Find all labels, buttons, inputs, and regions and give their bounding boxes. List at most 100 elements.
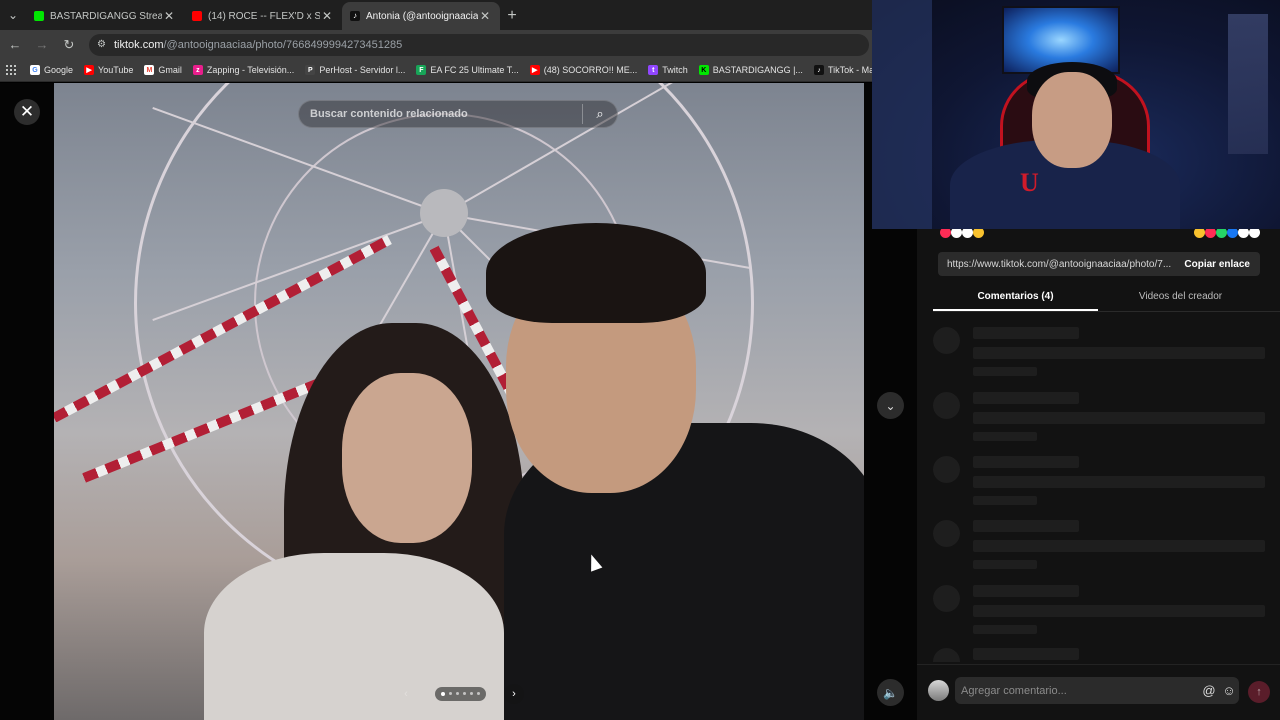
search-icon[interactable]: ⌕ — [583, 106, 617, 122]
comment-skeleton — [933, 585, 1265, 637]
emoji-icon[interactable]: ☺ — [1219, 683, 1239, 698]
bookmark-twitch[interactable]: t Twitch — [648, 65, 688, 75]
bookmark-eafc[interactable]: F EA FC 25 Ultimate T... — [416, 65, 519, 75]
url-path: /@antooignaaciaa/photo/76684999942734512… — [163, 38, 403, 51]
back-button[interactable]: ← — [3, 33, 27, 57]
tab-title: BASTARDIGANGG Stream - Wat — [50, 10, 162, 22]
comment-skeleton — [933, 456, 1265, 508]
carousel-next-button[interactable]: › — [504, 684, 524, 704]
carousel-dot[interactable] — [462, 692, 466, 695]
youtube-icon: ▶ — [84, 65, 95, 75]
tiktok-icon: ♪ — [813, 65, 824, 75]
url-host: tiktok.com — [113, 38, 164, 51]
next-post-button[interactable]: ⌄ — [877, 392, 904, 419]
user-avatar — [928, 680, 949, 701]
tab-search-chevron-icon[interactable]: ⌄ — [0, 0, 26, 30]
bookmark-zapping[interactable]: z Zapping - Televisión... — [192, 65, 295, 75]
site-info-icon[interactable]: ⚙ — [97, 39, 106, 50]
carousel-dot[interactable] — [440, 692, 445, 696]
bookmark-label: BASTARDIGANGG |... — [712, 65, 803, 75]
kick-icon: K — [698, 65, 709, 75]
gmail-icon: M — [144, 65, 155, 75]
new-tab-button[interactable]: + — [500, 2, 524, 30]
related-search-bar[interactable]: Buscar contenido relacionado ⌕ — [298, 100, 618, 128]
webcam-face — [1032, 72, 1112, 168]
youtube-favicon-icon — [192, 11, 202, 21]
tab-title: Antonia (@antooignaacia) — [366, 10, 478, 22]
bookmark-socorro[interactable]: ▶ (48) SOCORRO!! ME... — [529, 65, 638, 75]
close-tab-icon[interactable]: ✕ — [162, 9, 176, 23]
bookmarks-bar: G Google ▶ YouTube M Gmail z Zapping - Telev… — [0, 59, 933, 82]
bookmark-label: Zapping - Televisión... — [206, 65, 295, 75]
carousel-dot[interactable] — [476, 692, 480, 695]
wheel-hub — [420, 189, 468, 237]
comment-skeleton — [933, 648, 1265, 662]
kick-favicon-icon — [34, 11, 44, 21]
volume-button[interactable]: 🔈 — [877, 679, 904, 706]
zapping-icon: z — [192, 65, 203, 75]
bookmark-perhost[interactable]: P PerHost - Servidor l... — [305, 65, 405, 75]
carousel-dots — [434, 687, 486, 701]
google-icon: G — [30, 65, 40, 75]
share-link-text[interactable]: https://www.tiktok.com/@antooignaaciaa/p… — [938, 259, 1174, 270]
bookmark-youtube[interactable]: ▶ YouTube — [84, 65, 133, 75]
close-icon: ✕ — [19, 102, 35, 121]
tiktok-favicon-icon: ♪ — [350, 11, 360, 21]
browser-toolbar: ← → ↻ ⚙ tiktok.com/@antooignaaciaa/photo… — [0, 30, 872, 59]
apps-grid-icon[interactable] — [6, 65, 16, 75]
copy-link-button[interactable]: Copiar enlace — [1174, 259, 1260, 270]
browser-tab-strip: ⌄ BASTARDIGANGG Stream - Wat ✕ (14) ROCE… — [0, 0, 872, 30]
share-link-box: https://www.tiktok.com/@antooignaaciaa/p… — [938, 252, 1260, 276]
tab-creator-videos[interactable]: Videos del creador — [1098, 286, 1263, 311]
tab-tiktok-antonia[interactable]: ♪ Antonia (@antooignaacia) ✕ — [342, 2, 500, 30]
photo-carousel-controls: ‹ › — [396, 683, 524, 705]
tab-youtube-roce[interactable]: (14) ROCE -- FLEX'D x SYMPHO ✕ — [184, 2, 342, 30]
post-comment-button[interactable]: ↑ — [1248, 681, 1270, 703]
speaker-icon: 🔈 — [883, 685, 898, 700]
tab-bastardigangg[interactable]: BASTARDIGANGG Stream - Wat ✕ — [26, 2, 184, 30]
close-viewer-button[interactable]: ✕ — [14, 99, 40, 125]
carousel-dot[interactable] — [469, 692, 473, 695]
jersey-crest-icon: U — [1020, 168, 1039, 197]
streamer-webcam: U — [872, 0, 1280, 229]
post-photo[interactable] — [54, 83, 864, 720]
carousel-dot[interactable] — [448, 692, 452, 695]
comment-input-placeholder[interactable]: Agregar comentario... — [955, 685, 1199, 697]
bookmark-google[interactable]: G Google — [30, 65, 73, 75]
comment-input[interactable]: Agregar comentario... @ ☺ — [955, 677, 1239, 704]
tab-title: (14) ROCE -- FLEX'D x SYMPHO — [208, 10, 320, 22]
carousel-dot[interactable] — [455, 692, 459, 695]
boy-hair — [486, 223, 706, 323]
bookmark-label: Twitch — [662, 65, 688, 75]
bookmark-label: Google — [44, 65, 74, 75]
search-input[interactable]: Buscar contenido relacionado — [299, 108, 582, 120]
youtube-icon: ▶ — [529, 65, 540, 75]
panel-tabs: Comentarios (4) Videos del creador — [933, 286, 1280, 312]
arrow-up-icon: ↑ — [1256, 686, 1262, 698]
bookmark-bastardigangg[interactable]: K BASTARDIGANGG |... — [698, 65, 803, 75]
comment-skeleton — [933, 327, 1265, 379]
chevron-down-icon: ⌄ — [885, 398, 896, 413]
webcam-door — [872, 0, 932, 229]
girl-face — [342, 373, 472, 543]
mention-icon[interactable]: @ — [1199, 683, 1219, 698]
bookmark-gmail[interactable]: M Gmail — [144, 65, 182, 75]
comment-skeleton — [933, 392, 1265, 444]
close-tab-icon[interactable]: ✕ — [320, 9, 334, 23]
address-bar[interactable]: ⚙ tiktok.com/@antooignaaciaa/photo/76684… — [89, 33, 869, 56]
tab-comments[interactable]: Comentarios (4) — [933, 286, 1098, 311]
futbin-icon: F — [416, 65, 427, 75]
carousel-prev-button[interactable]: ‹ — [396, 684, 416, 704]
comment-skeleton — [933, 520, 1265, 572]
bookmark-label: EA FC 25 Ultimate T... — [430, 65, 519, 75]
webcam-shelf — [1228, 14, 1268, 154]
bookmark-label: Gmail — [158, 65, 182, 75]
bookmark-label: YouTube — [98, 65, 134, 75]
bookmark-label: PerHost - Servidor l... — [319, 65, 406, 75]
close-tab-icon[interactable]: ✕ — [478, 9, 492, 23]
forward-button[interactable]: → — [30, 33, 54, 57]
twitch-icon: t — [648, 65, 659, 75]
bookmark-label: (48) SOCORRO!! ME... — [543, 65, 638, 75]
perhost-icon: P — [305, 65, 316, 75]
reload-button[interactable]: ↻ — [57, 33, 81, 57]
